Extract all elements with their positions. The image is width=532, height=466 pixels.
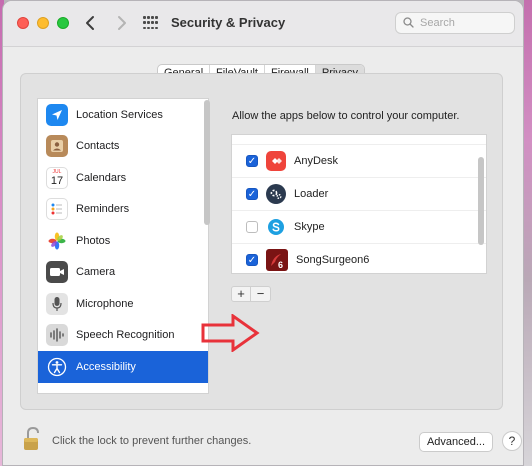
sidebar-item-accessibility[interactable]: Accessibility	[38, 351, 208, 383]
chevron-left-icon[interactable]	[81, 12, 101, 34]
sidebar-item-reminders[interactable]: Reminders	[38, 194, 208, 226]
grid-icon[interactable]	[143, 16, 159, 30]
sidebar-scrollbar[interactable]	[204, 100, 210, 225]
sidebar-item-label: Speech Recognition	[76, 329, 175, 342]
skype-icon	[266, 217, 286, 237]
sidebar-item-location-services[interactable]: Location Services	[38, 99, 208, 131]
privacy-category-list: Location Services Contacts JUL 17 Calend…	[37, 98, 209, 394]
remove-app-button[interactable]: −	[251, 287, 270, 301]
app-row-songsurgeon6[interactable]: ✓ 6 SongSurgeon6	[232, 244, 486, 273]
checkbox-loader[interactable]: ✓	[246, 188, 258, 200]
sidebar-item-calendars[interactable]: JUL 17 Calendars	[38, 162, 208, 194]
advanced-button[interactable]: Advanced...	[419, 432, 493, 452]
minimize-button[interactable]	[37, 17, 49, 29]
close-button[interactable]	[17, 17, 29, 29]
svg-text:6: 6	[278, 260, 283, 270]
list-item	[232, 135, 486, 145]
desktop-background-right	[524, 0, 532, 466]
search-field[interactable]	[395, 12, 515, 34]
help-icon[interactable]: ?	[502, 431, 522, 451]
app-name: Loader	[294, 188, 329, 200]
add-remove-control: + −	[231, 286, 271, 302]
sidebar-item-label: Calendars	[76, 171, 127, 184]
calendar-icon: JUL 17	[46, 166, 68, 189]
checkbox-anydesk[interactable]: ✓	[246, 155, 258, 167]
accessibility-description: Allow the apps below to control your com…	[232, 110, 460, 122]
sidebar-item-label: Microphone	[76, 297, 134, 310]
app-list: ✓ AnyDesk ✓ Loader Skype ✓ 6 SongSurgeon…	[231, 134, 487, 274]
microphone-icon	[46, 292, 68, 315]
arrow-icon	[201, 314, 260, 352]
app-name: SongSurgeon6	[296, 254, 370, 266]
location-icon	[46, 103, 68, 126]
loader-icon	[266, 184, 286, 204]
contacts-icon	[46, 135, 68, 158]
sidebar-item-label: Location Services	[76, 108, 163, 121]
app-list-scrollbar[interactable]	[478, 157, 484, 245]
sidebar-item-label: Accessibility	[76, 360, 136, 373]
chevron-right-icon[interactable]	[111, 12, 131, 34]
checkbox-songsurgeon6[interactable]: ✓	[246, 254, 258, 266]
sidebar-item-speech-recognition[interactable]: Speech Recognition	[38, 320, 208, 352]
app-row-anydesk[interactable]: ✓ AnyDesk	[232, 145, 486, 178]
zoom-button[interactable]	[57, 17, 69, 29]
app-row-loader[interactable]: ✓ Loader	[232, 178, 486, 211]
sidebar-item-label: Photos	[76, 234, 111, 247]
lock-status-text: Click the lock to prevent further change…	[52, 435, 252, 447]
privacy-panel: Location Services Contacts JUL 17 Calend…	[20, 73, 503, 410]
search-icon	[403, 17, 414, 28]
speech-recognition-icon	[46, 324, 68, 347]
window-title: Security & Privacy	[171, 15, 286, 30]
sidebar-item-label: Contacts	[76, 140, 120, 153]
app-row-skype[interactable]: Skype	[232, 211, 486, 244]
sidebar-item-label: Reminders	[76, 203, 130, 216]
sidebar-item-microphone[interactable]: Microphone	[38, 288, 208, 320]
sidebar-item-photos[interactable]: Photos	[38, 225, 208, 257]
title-bar: Security & Privacy	[3, 1, 523, 47]
security-privacy-window: Security & Privacy General FileVault Fir…	[2, 0, 524, 466]
checkbox-skype[interactable]	[246, 221, 258, 233]
search-input[interactable]	[420, 15, 510, 31]
songsurgeon-icon: 6	[266, 249, 288, 271]
sidebar-item-camera[interactable]: Camera	[38, 257, 208, 289]
accessibility-icon	[46, 355, 68, 378]
app-name: Skype	[294, 221, 325, 233]
sidebar-item-label: Camera	[76, 266, 116, 279]
app-name: AnyDesk	[294, 155, 339, 167]
anydesk-icon	[266, 151, 286, 171]
photos-icon	[46, 229, 68, 252]
add-app-button[interactable]: +	[232, 287, 252, 301]
lock-icon[interactable]	[23, 426, 43, 452]
camera-icon	[46, 261, 68, 284]
sidebar-item-contacts[interactable]: Contacts	[38, 131, 208, 163]
reminders-icon	[46, 198, 68, 221]
